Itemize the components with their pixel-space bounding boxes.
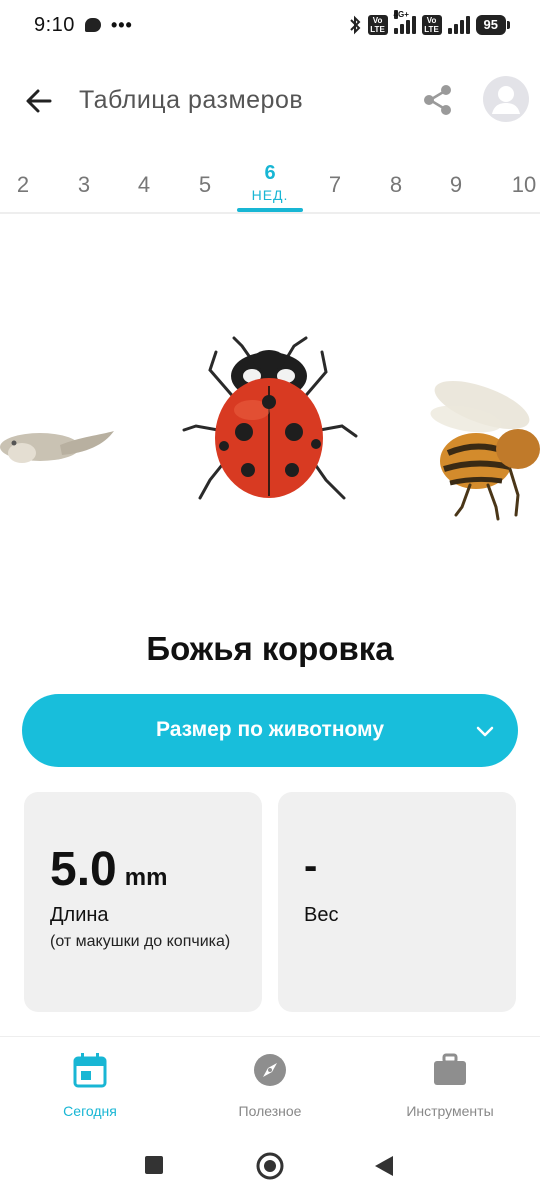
back-icon[interactable] — [374, 1155, 394, 1177]
length-value-row: 5.0 mm — [50, 842, 167, 897]
weight-card: - Вес — [278, 792, 516, 1012]
length-sublabel: (от макушки до копчика) — [50, 933, 231, 950]
network-label: 4G+ — [393, 10, 409, 19]
week-selector: 2 3 4 5 6 НЕД. 7 8 9 10 — [0, 158, 540, 214]
more-notifications-icon: ••• — [110, 14, 133, 35]
week-tab-3[interactable]: 3 — [64, 172, 104, 198]
length-card: 5.0 mm Длина (от макушки до копчика) — [24, 792, 262, 1012]
status-bar: 9:10 ••• Vo LTE 4G+ Vo LTE 95 — [0, 0, 540, 50]
calendar-icon — [73, 1053, 107, 1088]
length-unit: mm — [124, 864, 168, 891]
nav-today[interactable]: Сегодня — [0, 1051, 180, 1119]
bee-image — [430, 380, 540, 521]
back-arrow-icon[interactable] — [22, 84, 56, 118]
status-time: 9:10 — [34, 13, 75, 36]
battery-icon: 95 — [475, 15, 511, 35]
nav-tools-label: Инструменты — [406, 1103, 494, 1119]
week-active-number: 6 — [264, 162, 276, 184]
bluetooth-icon — [349, 15, 360, 35]
animal-carousel[interactable] — [0, 215, 540, 615]
nav-tools[interactable]: Инструменты — [360, 1051, 540, 1119]
dropdown-label: Размер по животному — [156, 718, 384, 741]
volte-icon-2: Vo LTE — [421, 15, 442, 35]
week-tab-8[interactable]: 8 — [376, 172, 416, 198]
week-tab-9[interactable]: 9 — [436, 172, 476, 198]
share-icon[interactable] — [420, 82, 456, 118]
animal-name: Божья коровка — [146, 630, 394, 667]
tadpole-image — [0, 431, 114, 463]
volte-icon: Vo LTE — [367, 15, 388, 35]
app-bar: Таблица размеров — [0, 62, 540, 140]
home-icon[interactable] — [256, 1152, 284, 1180]
compass-icon — [254, 1054, 286, 1086]
weight-value: - — [304, 844, 318, 888]
nav-today-label: Сегодня — [63, 1103, 117, 1119]
week-tab-6[interactable]: 6 НЕД. — [238, 162, 302, 203]
size-mode-dropdown[interactable]: Размер по животному — [22, 694, 518, 767]
briefcase-icon — [434, 1053, 466, 1085]
week-tab-5[interactable]: 5 — [185, 172, 225, 198]
week-tab-2[interactable]: 2 — [3, 172, 43, 198]
user-icon — [492, 86, 520, 114]
length-value: 5.0 — [50, 843, 117, 896]
week-tab-4[interactable]: 4 — [124, 172, 164, 198]
chevron-down-icon — [476, 726, 494, 737]
active-week-indicator — [237, 208, 303, 212]
week-tab-10[interactable]: 10 — [504, 172, 540, 198]
page-title: Таблица размеров — [79, 86, 304, 114]
weight-label: Вес — [304, 904, 339, 926]
nav-useful-label: Полезное — [238, 1103, 302, 1119]
avatar[interactable] — [483, 76, 529, 122]
system-nav-bar — [0, 1140, 540, 1200]
recent-apps-icon[interactable] — [144, 1155, 164, 1175]
nav-useful[interactable]: Полезное — [180, 1051, 360, 1119]
ladybug-image — [182, 336, 358, 500]
week-tab-7[interactable]: 7 — [315, 172, 355, 198]
week-active-label: НЕД. — [251, 187, 289, 203]
signal-icon — [447, 16, 470, 34]
length-label: Длина — [50, 904, 109, 926]
bottom-nav: Сегодня Полезное Инструменты — [0, 1036, 540, 1140]
signal-4g-icon: 4G+ — [393, 10, 416, 34]
message-icon — [84, 18, 101, 32]
